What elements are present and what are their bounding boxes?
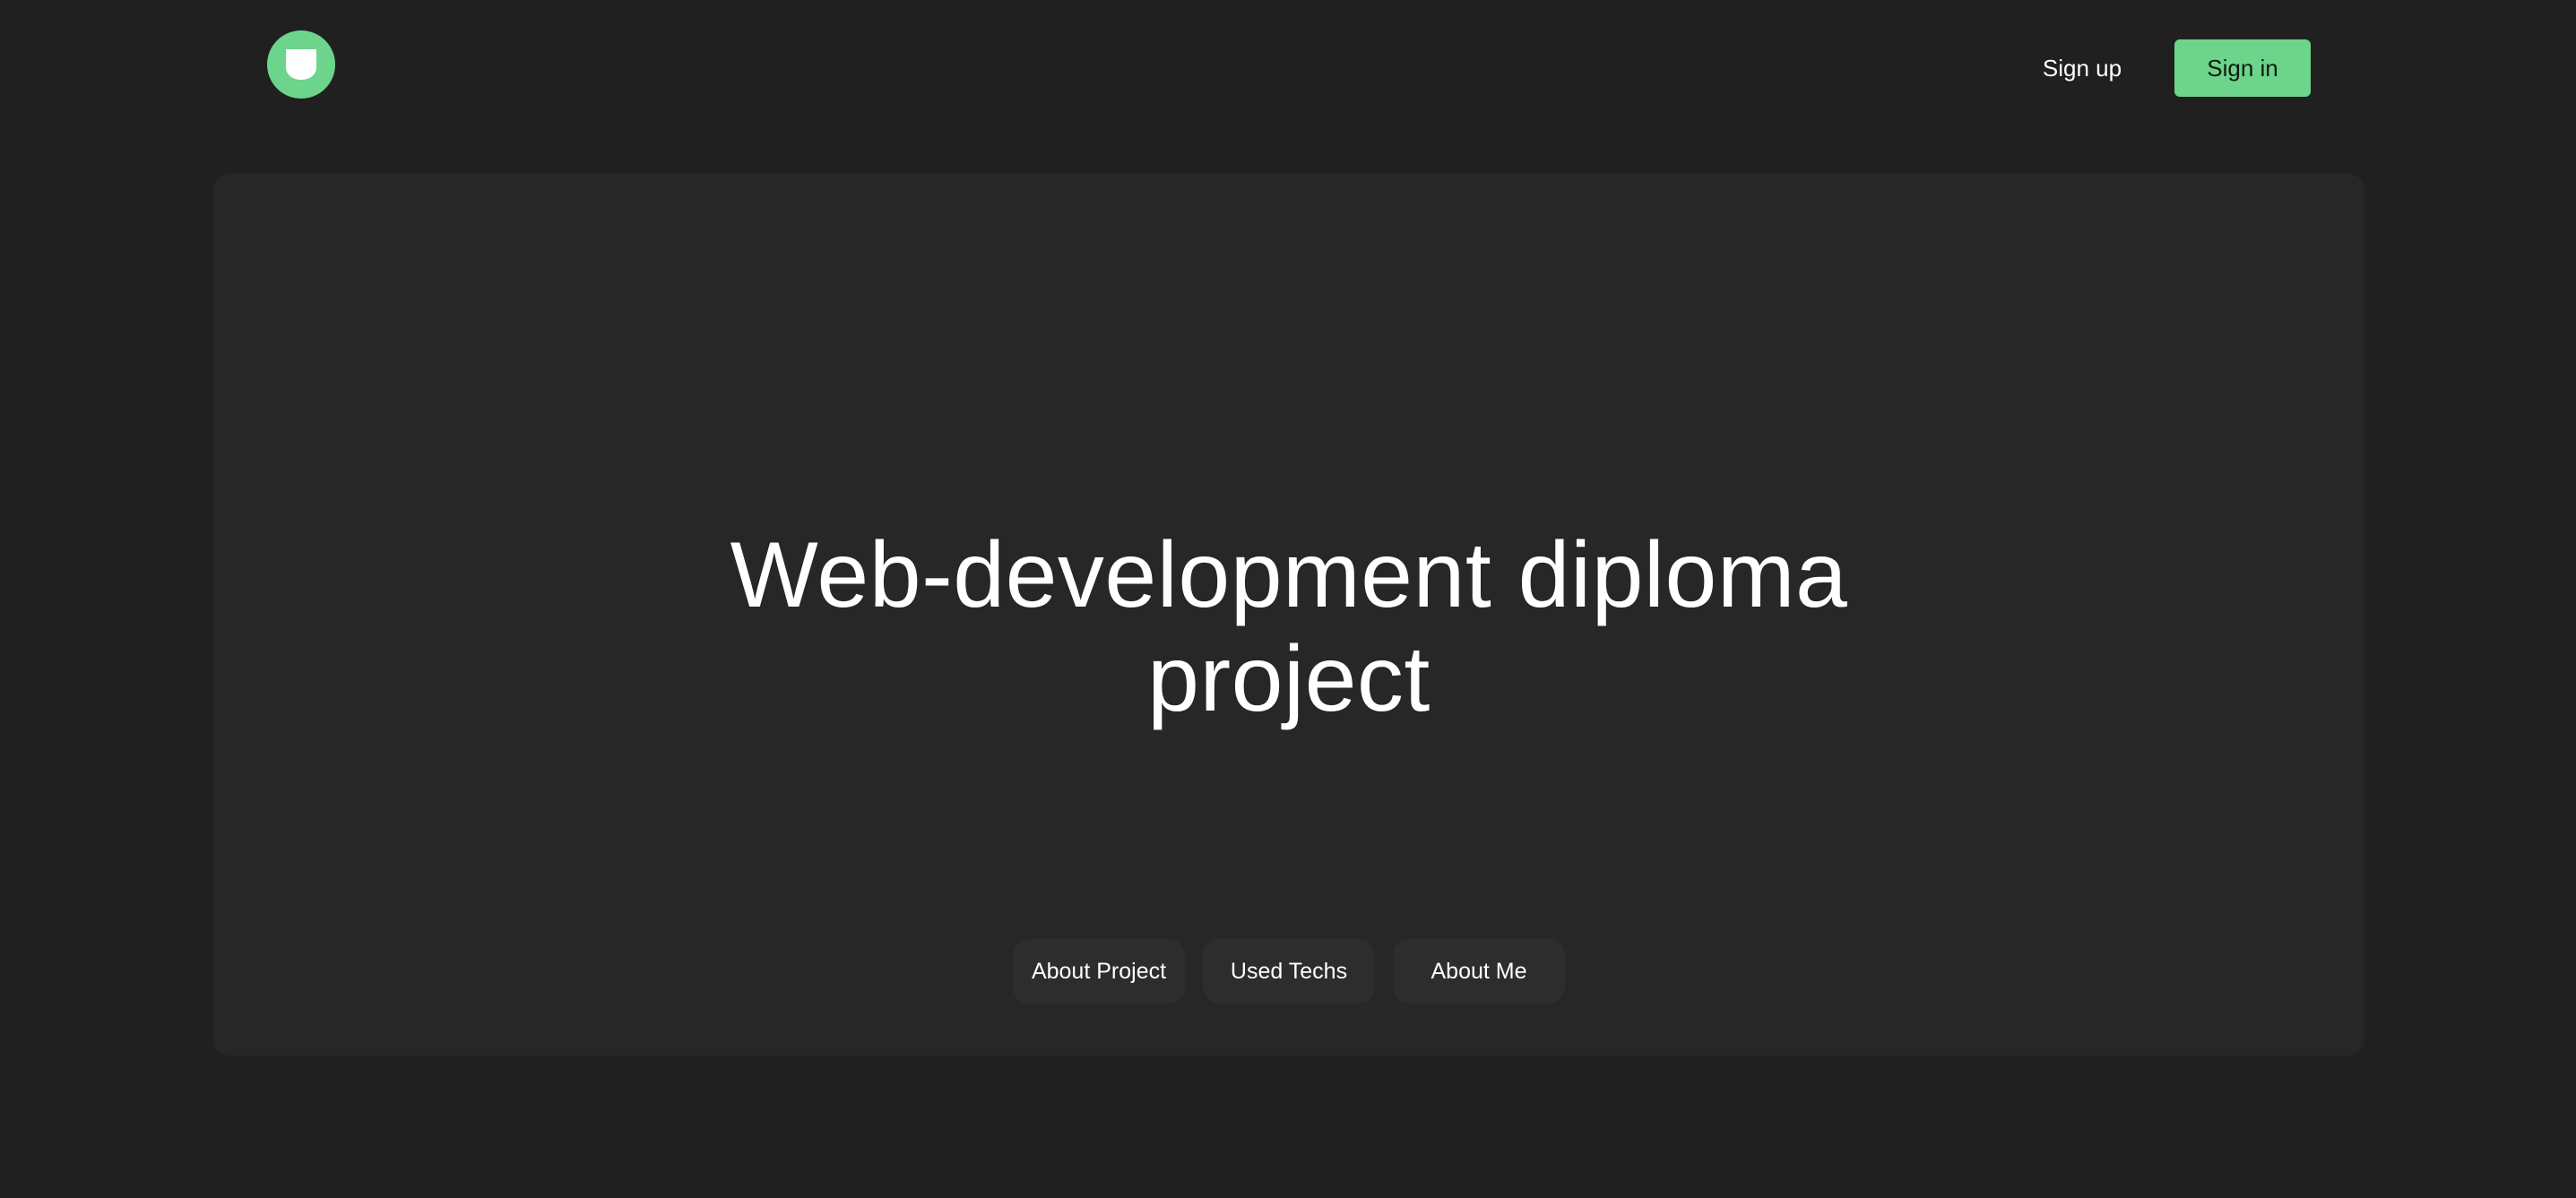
- hero-title-line-2: project: [1147, 626, 1431, 731]
- about-project-button[interactable]: About Project: [1013, 939, 1185, 1004]
- sign-up-link[interactable]: Sign up: [2029, 39, 2135, 97]
- hero-title-line-1: Web-development diploma: [730, 522, 1848, 627]
- section-nav: About Project Used Techs About Me: [213, 939, 2364, 1004]
- about-me-button[interactable]: About Me: [1393, 939, 1565, 1004]
- logo[interactable]: [267, 30, 335, 99]
- hero-title: Web-development diploma project: [213, 523, 2364, 731]
- used-techs-button[interactable]: Used Techs: [1203, 939, 1375, 1004]
- shield-icon: [282, 46, 320, 83]
- sign-in-button[interactable]: Sign in: [2174, 39, 2311, 97]
- hero-card: Web-development diploma project About Pr…: [213, 174, 2364, 1056]
- site-header: Sign up Sign in: [0, 0, 2576, 134]
